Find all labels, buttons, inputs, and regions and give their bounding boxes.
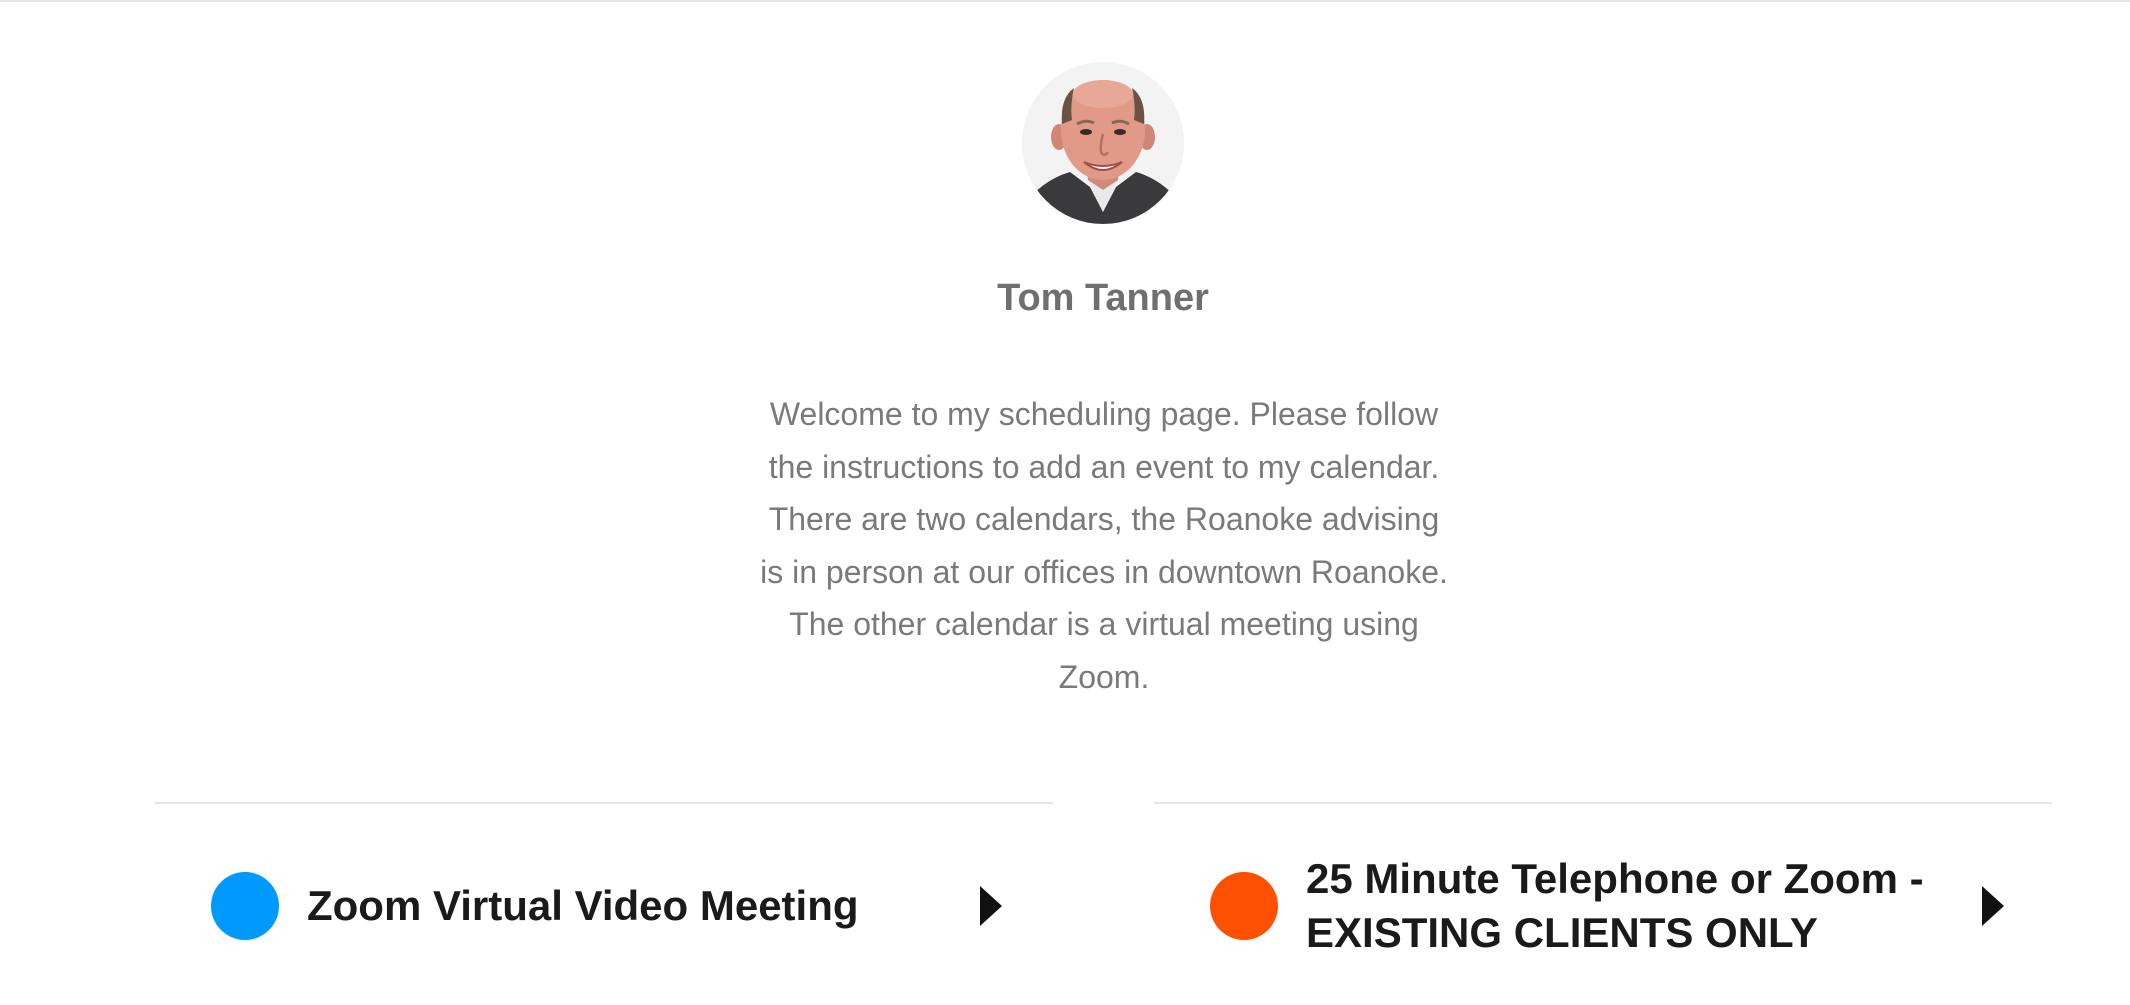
welcome-message: Welcome to my scheduling page. Please fo… [760,396,1448,695]
event-color-dot [1210,872,1278,940]
event-type-25-minute-telephone-or-zoom[interactable]: 25 Minute Telephone or Zoom - EXISTING C… [1154,804,2052,1005]
top-border [0,0,2130,2]
event-title: Zoom Virtual Video Meeting [307,882,859,929]
avatar-photo-icon [1022,62,1184,224]
profile-avatar [1022,62,1184,224]
caret-right-icon[interactable] [1982,886,2004,926]
event-type-zoom-virtual-video-meeting[interactable]: Zoom Virtual Video Meeting [155,804,1053,1005]
caret-right-icon[interactable] [980,886,1002,926]
profile-name: Tom Tanner [997,277,1209,319]
event-color-dot [211,872,279,940]
event-title: 25 Minute Telephone or Zoom - EXISTING C… [1306,855,1924,956]
